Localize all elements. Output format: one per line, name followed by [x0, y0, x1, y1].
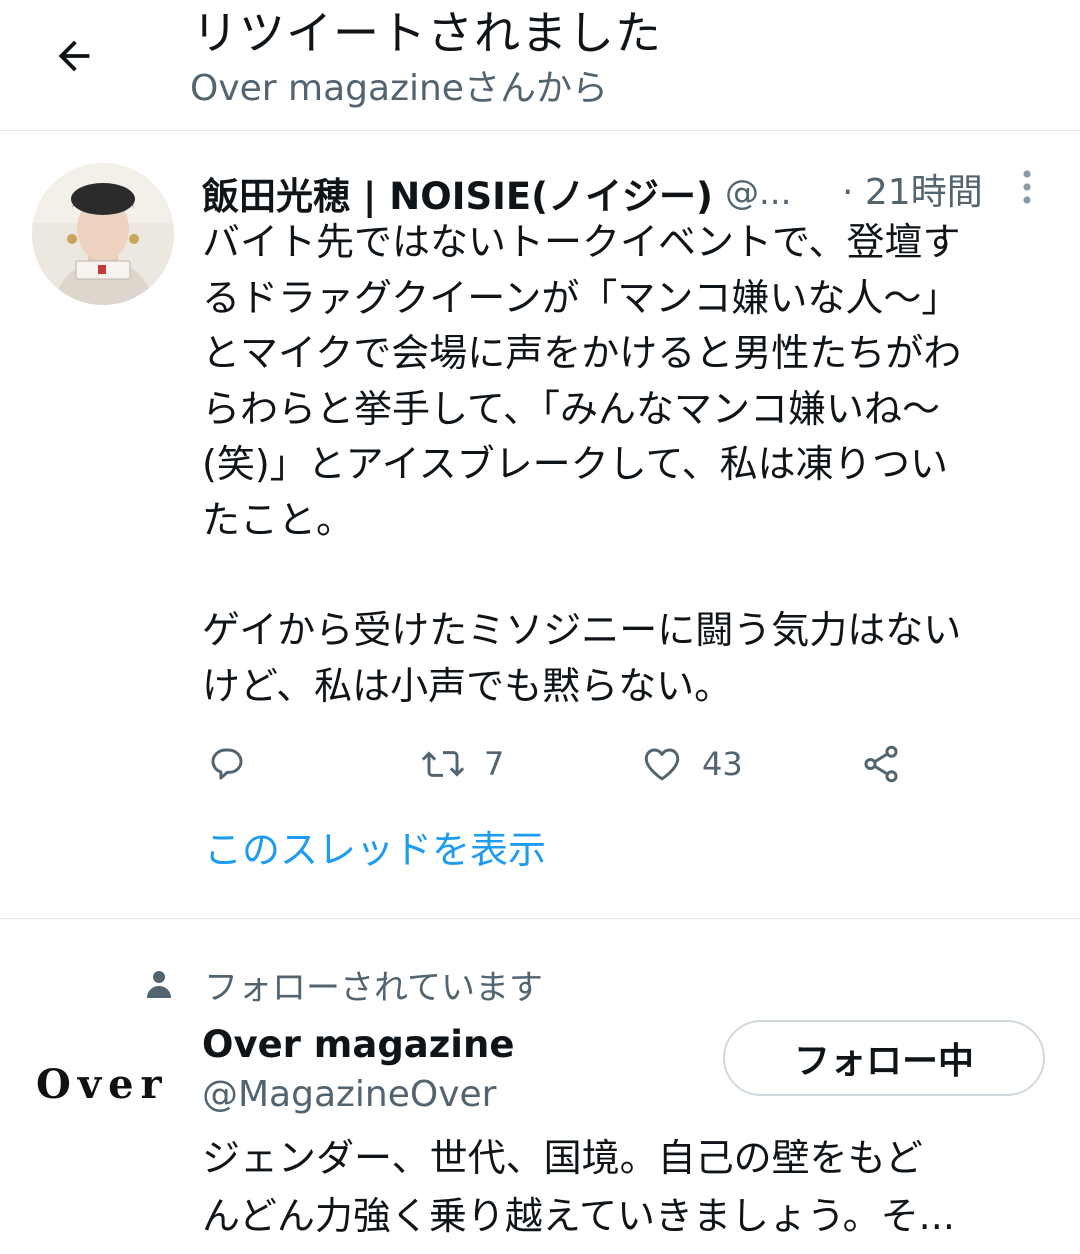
author-handle[interactable]: @...	[725, 173, 791, 213]
retweet-button[interactable]: 7	[420, 736, 504, 792]
reply-button[interactable]	[206, 736, 248, 792]
retweet-count: 7	[484, 745, 505, 783]
show-thread-link[interactable]: このスレッドを表示	[204, 823, 546, 877]
tweet-text-line: けど、私は小声でも黙らない。	[202, 663, 733, 708]
retweet-icon	[421, 751, 465, 777]
top-bar: リツイートされました Over magazineさんから	[0, 0, 1080, 131]
account-name[interactable]: Over magazine	[202, 1021, 514, 1069]
like-button[interactable]: 43	[640, 736, 743, 792]
share-button[interactable]	[860, 736, 902, 792]
author-name[interactable]: 飯田光穂 | NOISIE(ノイジー)	[202, 166, 713, 220]
tweet-text-line: (笑)」とアイスブレークして、私は凍りつい	[202, 442, 948, 486]
tweet-text: バイト先ではないトークイベントで、登壇す るドラァグクイーンが「マンコ嫌いな人〜…	[202, 215, 1052, 714]
tweet-text-line: ゲイから受けたミソジニーに闘う気力はない	[202, 608, 962, 652]
tweet-timestamp[interactable]: · 21時間	[842, 167, 983, 219]
account-bio-line: ジェンダー、世代、国境。自己の壁をもど	[202, 1136, 923, 1180]
tweet[interactable]: 飯田光穂 | NOISIE(ノイジー) @... · 21時間 バイト先ではない…	[0, 131, 1080, 919]
reply-icon	[211, 748, 243, 780]
follows-you-label: フォローされています	[204, 967, 543, 1008]
tweet-text-line: とマイクで会場に声をかけると男性たちがわ	[202, 331, 962, 375]
tweet-text-line: たこと。	[202, 497, 355, 542]
back-button[interactable]	[44, 26, 104, 86]
page-subtitle: Over magazineさんから	[190, 68, 608, 109]
account-handle[interactable]: @MagazineOver	[202, 1071, 497, 1119]
account-card[interactable]: フォローされています Over Over magazine @MagazineO…	[0, 919, 1080, 1254]
tweet-text-line: バイト先ではないトークイベントで、登壇す	[202, 220, 961, 264]
tweet-text-line: らわらと挙手して、「みんなマンコ嫌いね〜	[202, 386, 940, 431]
author-avatar[interactable]	[32, 163, 174, 305]
more-vertical-icon	[1023, 170, 1031, 204]
more-options-button[interactable]	[1010, 165, 1044, 209]
arrow-left-icon	[58, 40, 90, 72]
tweet-text-blank-line	[202, 548, 1052, 603]
tweet-actions: 7 43	[200, 736, 920, 792]
following-button[interactable]: フォロー中	[723, 1020, 1045, 1096]
follows-you-indicator: フォローされています	[146, 961, 543, 1008]
like-count: 43	[702, 745, 743, 783]
account-logo[interactable]: Over	[36, 1061, 169, 1108]
tweet-text-line: るドラァグクイーンが「マンコ嫌いな人〜」	[202, 275, 960, 320]
page-title: リツイートされました	[192, 6, 662, 60]
share-icon	[864, 745, 898, 783]
heart-icon	[644, 748, 680, 781]
account-bio: ジェンダー、世代、国境。自己の壁をもど んどん力強く乗り越えていきましょう。そ.…	[202, 1129, 1052, 1245]
person-icon	[147, 971, 171, 998]
avatar-photo	[32, 163, 174, 305]
account-bio-line: んどん力強く乗り越えていきましょう。そ...	[202, 1194, 955, 1238]
